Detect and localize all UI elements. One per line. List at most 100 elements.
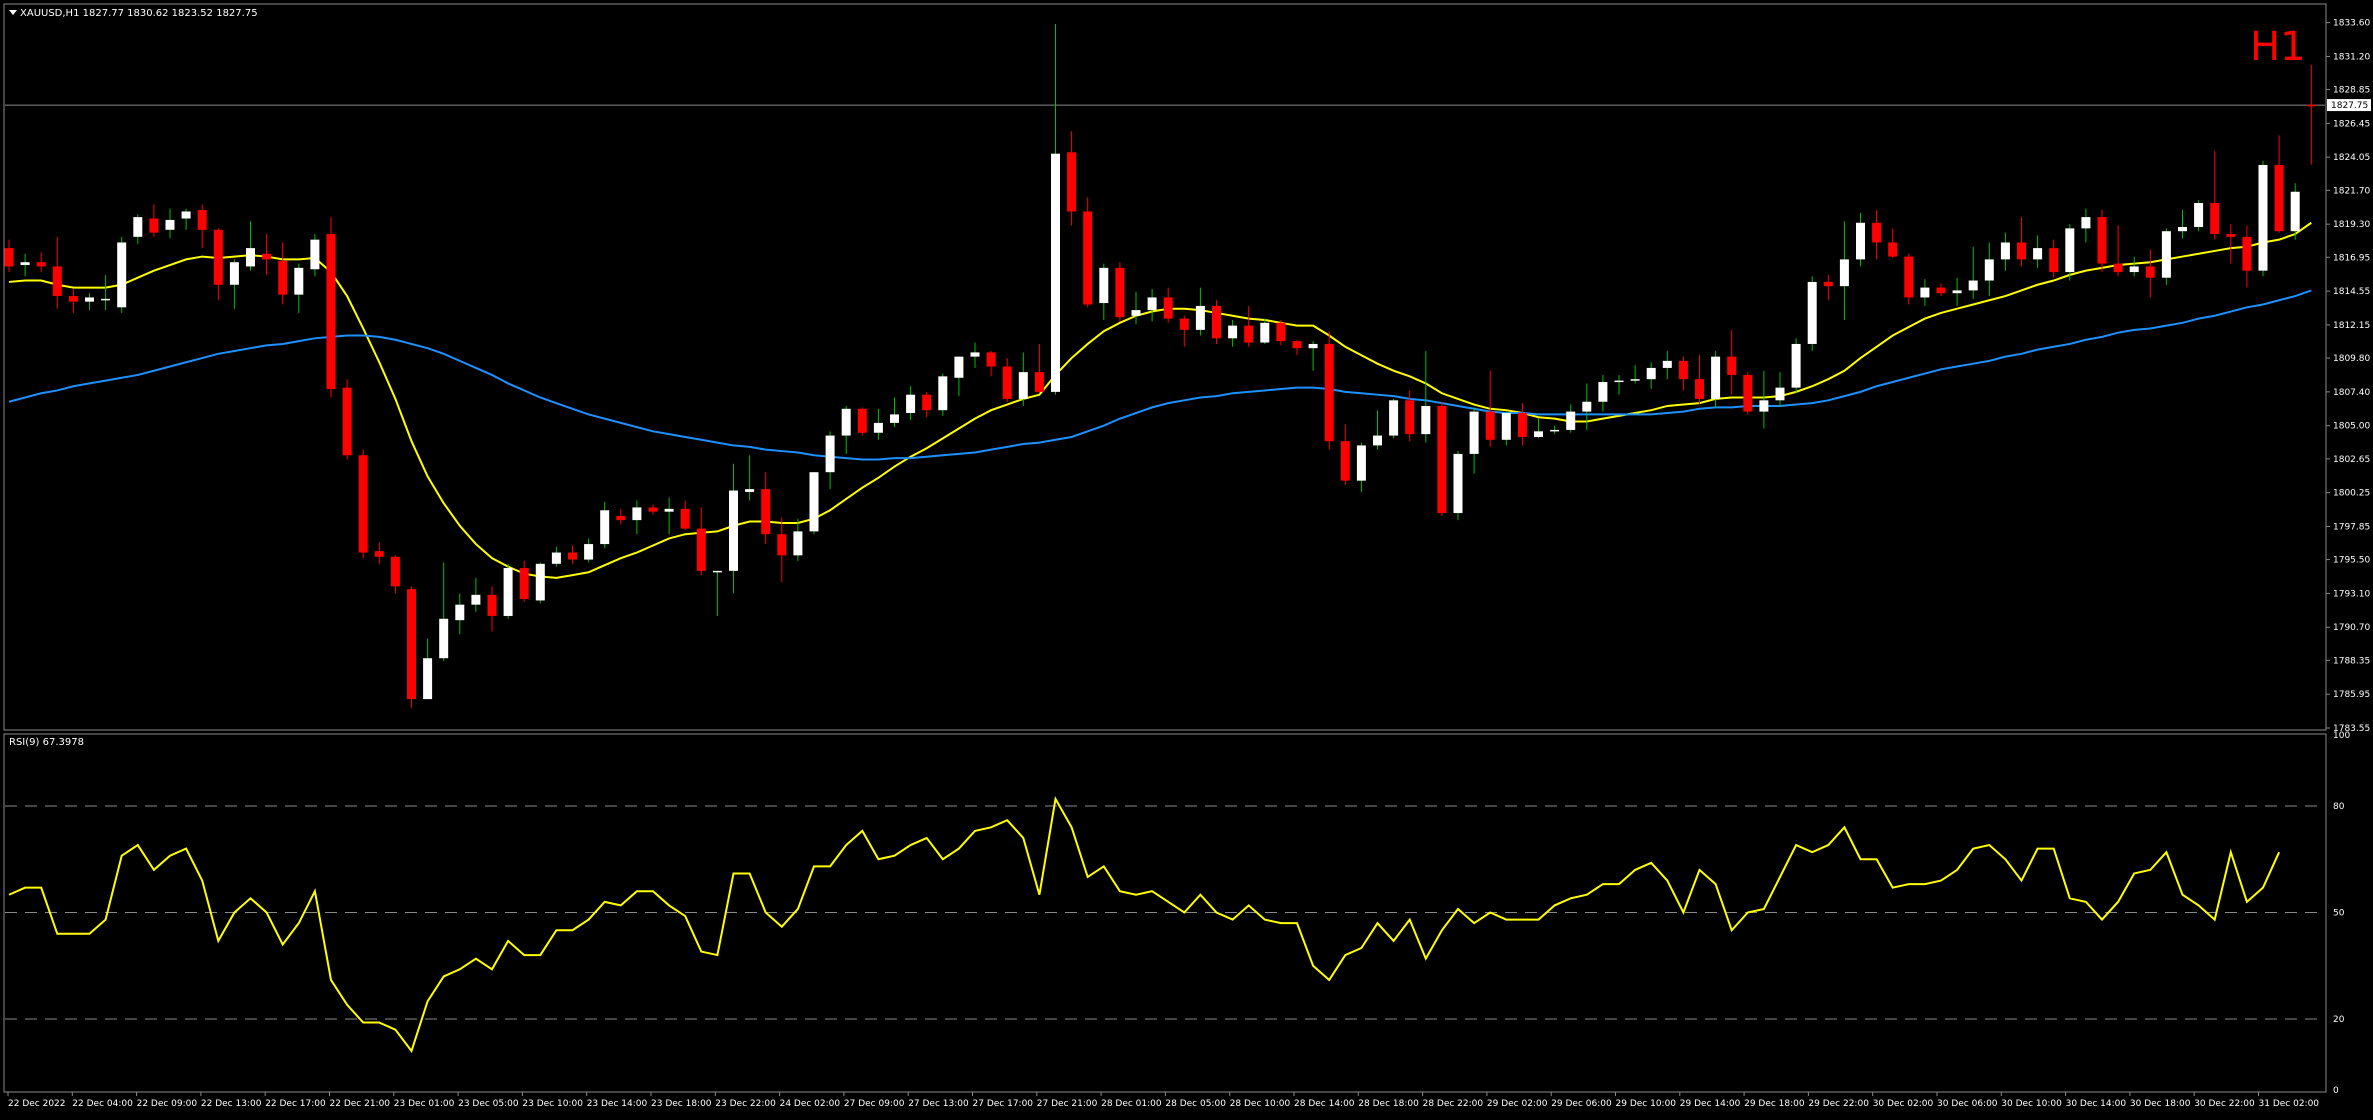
candle-body xyxy=(36,262,46,267)
candle-body xyxy=(1485,411,1495,440)
candle-body xyxy=(873,422,883,433)
candle xyxy=(2097,210,2107,273)
candle xyxy=(342,379,352,460)
candle-body xyxy=(2145,266,2155,278)
candle-body xyxy=(680,508,690,529)
candle-body xyxy=(1614,380,1624,383)
price-tick-label: 1802.65 xyxy=(2333,455,2370,465)
price-tick-label: 1819.30 xyxy=(2333,220,2370,230)
candle-body xyxy=(1018,372,1028,399)
price-tick-label: 1795.50 xyxy=(2333,556,2370,566)
candle xyxy=(1324,331,1334,450)
candle-body xyxy=(487,594,497,616)
candle-body xyxy=(1984,259,1994,281)
candle-body xyxy=(1212,305,1221,339)
candle xyxy=(1453,451,1463,521)
time-tick-label: 23 Dec 10:00 xyxy=(522,1099,583,1109)
candle-body xyxy=(2081,217,2091,229)
candle-body xyxy=(149,218,159,233)
candle-body xyxy=(1453,453,1463,514)
candle-body xyxy=(761,489,771,535)
time-tick-label: 23 Dec 22:00 xyxy=(715,1099,776,1109)
candle-body xyxy=(374,551,384,557)
candle xyxy=(2161,228,2171,285)
candle-body xyxy=(358,455,368,553)
trading-chart[interactable]: XAUUSD,H1 1827.77 1830.62 1823.52 1827.7… xyxy=(0,0,2373,1116)
time-tick-label: 24 Dec 02:00 xyxy=(780,1099,841,1109)
candle xyxy=(503,563,513,619)
rsi-tick-label: 100 xyxy=(2333,731,2350,741)
time-tick-label: 29 Dec 22:00 xyxy=(1808,1099,1869,1109)
time-tick-label: 30 Dec 10:00 xyxy=(2001,1099,2062,1109)
candle-body xyxy=(1195,305,1205,330)
candle-body xyxy=(117,242,127,308)
candle-body xyxy=(1823,281,1833,287)
candle-body xyxy=(1550,429,1560,432)
candle-body xyxy=(2290,191,2300,232)
candle-body xyxy=(1292,341,1302,349)
price-tick-label: 1793.10 xyxy=(2333,589,2370,599)
candle xyxy=(1212,300,1221,344)
candle-body xyxy=(551,552,561,564)
candle-body xyxy=(294,267,304,295)
time-tick-label: 22 Dec 17:00 xyxy=(265,1099,326,1109)
candle-body xyxy=(1260,322,1270,343)
time-tick-label: 23 Dec 05:00 xyxy=(458,1099,519,1109)
candle-body xyxy=(857,408,867,433)
candle-body xyxy=(503,568,513,616)
candle-body xyxy=(696,528,706,571)
candle-body xyxy=(970,352,980,357)
candle xyxy=(809,472,819,535)
price-tick-label: 1828.85 xyxy=(2333,86,2370,96)
candle-body xyxy=(181,211,191,219)
candle-body xyxy=(841,408,851,436)
candle xyxy=(2065,224,2075,281)
candle-body xyxy=(423,658,433,700)
candle-body xyxy=(1582,401,1592,412)
candle-body xyxy=(1131,310,1141,316)
current-price-label: 1827.75 xyxy=(2331,101,2368,111)
candle-body xyxy=(519,568,529,600)
time-tick-label: 28 Dec 14:00 xyxy=(1294,1099,1355,1109)
candle-body xyxy=(1598,382,1608,402)
candle-body xyxy=(1228,325,1238,339)
price-tick-label: 1785.95 xyxy=(2333,690,2370,700)
candle-body xyxy=(1179,318,1189,330)
candle-body xyxy=(2161,231,2171,278)
price-tick-label: 1831.20 xyxy=(2333,52,2370,62)
candle-body xyxy=(890,414,899,423)
candle-body xyxy=(1517,413,1527,437)
candle-body xyxy=(1308,343,1318,349)
time-tick-label: 23 Dec 14:00 xyxy=(587,1099,648,1109)
time-tick-label: 30 Dec 14:00 xyxy=(2066,1099,2127,1109)
chart-canvas[interactable]: XAUUSD,H1 1827.77 1830.62 1823.52 1827.7… xyxy=(0,0,2373,1116)
candle-body xyxy=(1534,431,1543,437)
time-tick-label: 29 Dec 14:00 xyxy=(1680,1099,1741,1109)
price-tick-label: 1797.85 xyxy=(2333,522,2370,532)
candle-body xyxy=(197,210,207,230)
candle-body xyxy=(455,604,465,621)
price-tick-label: 1800.25 xyxy=(2333,489,2370,499)
candle xyxy=(117,236,127,313)
candle-body xyxy=(793,531,803,556)
time-tick-label: 28 Dec 18:00 xyxy=(1358,1099,1419,1109)
candle-body xyxy=(1904,256,1914,298)
candle-body xyxy=(632,507,642,521)
candle-body xyxy=(1340,441,1350,481)
candle-body xyxy=(1727,356,1737,375)
candle-body xyxy=(954,356,964,378)
candle-body xyxy=(133,217,143,237)
time-tick-label: 22 Dec 04:00 xyxy=(72,1099,133,1109)
candle-body xyxy=(1147,297,1157,311)
candle-body xyxy=(1067,152,1077,212)
candle-body xyxy=(2274,164,2284,232)
price-tick-label: 1809.80 xyxy=(2333,354,2370,364)
candle-body xyxy=(1324,343,1334,442)
candle-body xyxy=(1356,445,1366,481)
candle xyxy=(938,373,948,416)
candle-body xyxy=(1373,435,1382,446)
time-tick-label: 27 Dec 09:00 xyxy=(844,1099,905,1109)
candle-body xyxy=(2049,248,2059,273)
candle-body xyxy=(342,387,352,456)
candle-body xyxy=(1163,297,1173,319)
